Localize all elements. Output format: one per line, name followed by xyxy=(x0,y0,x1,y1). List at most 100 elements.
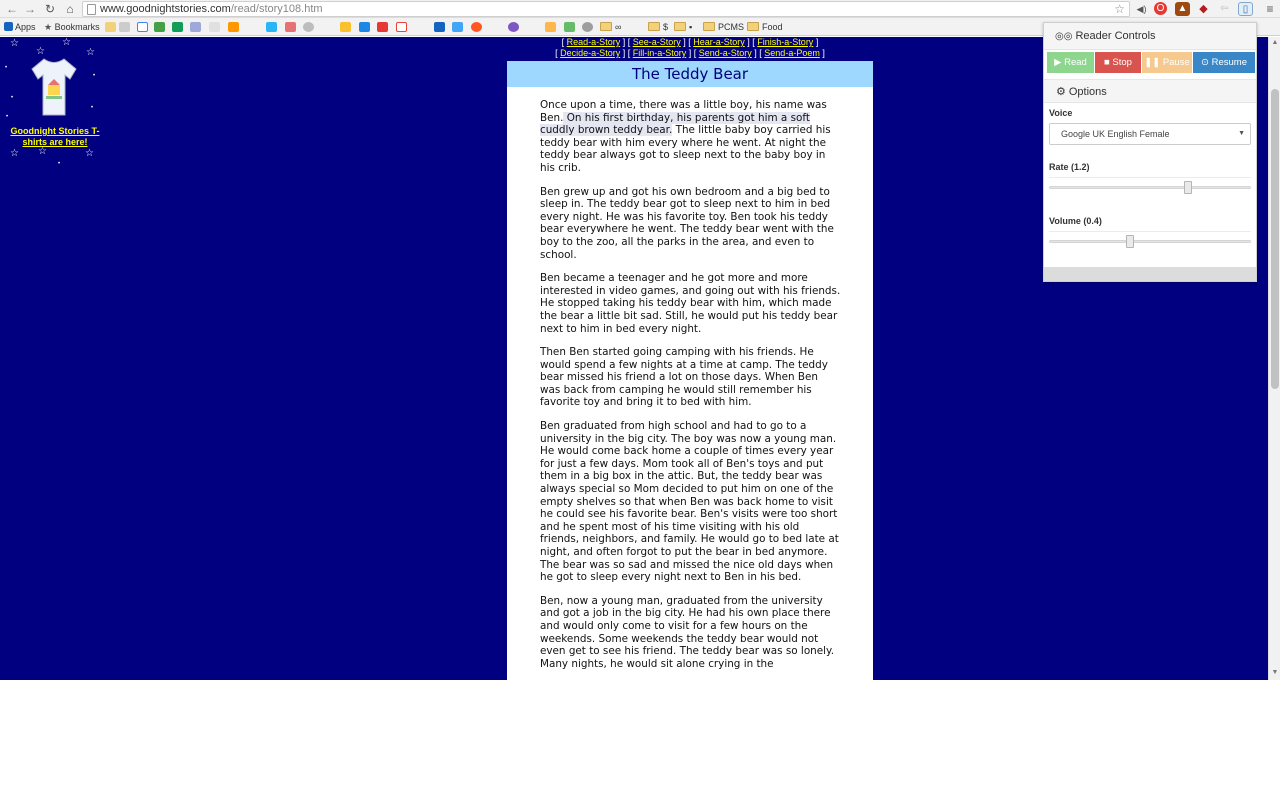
folder-icon xyxy=(648,22,660,31)
bookmark-icon-6[interactable] xyxy=(564,22,575,32)
rate-slider-thumb[interactable] xyxy=(1184,181,1193,194)
star-decoration: • xyxy=(6,114,9,120)
star-decoration: ☆ xyxy=(10,148,19,159)
apps-bookmark[interactable]: Apps xyxy=(4,19,36,35)
arrow-extension-icon[interactable]: ⇦ xyxy=(1217,2,1232,16)
back-icon[interactable]: ← xyxy=(4,1,20,17)
scroll-down-icon[interactable]: ▼ xyxy=(1271,669,1279,676)
folder-pcms-label: PCMS xyxy=(718,22,745,32)
reader-controls-title: Reader Controls xyxy=(1075,30,1156,42)
page-scrollbar[interactable]: ▲ ▼ xyxy=(1268,37,1280,680)
scroll-up-icon[interactable]: ▲ xyxy=(1271,39,1279,46)
pause-button[interactable]: ❚❚ Pause xyxy=(1142,52,1192,73)
resume-icon: ⊙ xyxy=(1201,57,1212,68)
rss-icon[interactable] xyxy=(228,22,239,32)
bing-icon[interactable] xyxy=(172,22,183,32)
tshirt-ad-link[interactable]: Goodnight Stories T-shirts are here! xyxy=(6,126,104,148)
scroll-thumb[interactable] xyxy=(1271,89,1279,389)
chevron-down-icon: ▼ xyxy=(1238,130,1245,137)
folder-icon xyxy=(600,22,612,31)
bookmark-icon-7[interactable] xyxy=(582,22,593,32)
rate-slider[interactable] xyxy=(1049,186,1251,189)
folder-pcms[interactable]: PCMS xyxy=(703,19,744,35)
nav-hear-a-story[interactable]: Hear-a-Story xyxy=(693,37,745,47)
star-decoration: ☆ xyxy=(86,47,95,58)
nav-send-a-poem[interactable]: Send-a-Poem xyxy=(764,48,820,58)
star-decoration: • xyxy=(91,105,94,111)
nav-send-a-story[interactable]: Send-a-Story xyxy=(699,48,752,58)
peace-icon[interactable] xyxy=(508,22,519,32)
nav-read-a-story[interactable]: Read-a-Story xyxy=(567,37,621,47)
play-icon[interactable] xyxy=(266,22,277,32)
nav-fill-in-a-story[interactable]: Fill-in-a-Story xyxy=(633,48,687,58)
badge-extension-icon[interactable]: ▲ xyxy=(1175,2,1190,16)
youtube-icon[interactable] xyxy=(377,22,388,32)
pause-label: Pause xyxy=(1162,57,1190,68)
url-path: /read/story108.htm xyxy=(230,3,323,15)
reader-footer xyxy=(1044,267,1256,281)
stop-button[interactable]: ■ Stop xyxy=(1095,52,1141,73)
wikipedia-icon[interactable] xyxy=(209,22,220,32)
page-icon xyxy=(87,4,96,15)
star-decoration: ☆ xyxy=(10,38,19,49)
home-bookmark-icon[interactable] xyxy=(119,22,130,32)
tshirt-ad[interactable]: ☆ ☆ ☆ ☆ • • • • • ☆ ☆ ☆ • Goodnight Stor… xyxy=(0,37,110,177)
volume-slider[interactable] xyxy=(1049,240,1251,243)
story-body: Once upon a time, there was a little boy… xyxy=(507,87,873,670)
maps-icon[interactable] xyxy=(154,22,165,32)
story-nav: [ Read-a-Story ] [ See-a-Story ] [ Hear-… xyxy=(507,37,873,60)
address-bar[interactable]: www.goodnightstories.com/read/story108.h… xyxy=(82,1,1130,17)
outlook-icon[interactable] xyxy=(452,22,463,32)
read-button[interactable]: ▶ Read xyxy=(1047,52,1094,73)
apps-grid-icon xyxy=(4,22,13,31)
volume-slider-thumb[interactable] xyxy=(1125,235,1134,248)
folder-dollar[interactable]: $ xyxy=(648,19,668,35)
bookmark-icon-5[interactable] xyxy=(545,22,556,32)
bookmark-star-icon[interactable]: ☆ xyxy=(1114,2,1125,16)
reload-icon[interactable]: ↻ xyxy=(42,1,58,17)
paypal-icon[interactable] xyxy=(434,22,445,32)
rate-divider xyxy=(1049,177,1251,178)
bookmarks-bookmark[interactable]: ★ Bookmarks xyxy=(44,19,100,35)
folder-icon[interactable] xyxy=(105,22,116,32)
nav-decide-a-story[interactable]: Decide-a-Story xyxy=(560,48,620,58)
forward-icon[interactable]: → xyxy=(22,1,38,17)
bookmark-icon-1[interactable] xyxy=(190,22,201,32)
voice-select[interactable]: Google UK English Female ▼ xyxy=(1049,123,1251,145)
folder-infinity-label: ∞ xyxy=(615,22,622,32)
folder-icon xyxy=(674,22,686,31)
url-domain: www.goodnightstories.com xyxy=(100,3,231,15)
voice-value: Google UK English Female xyxy=(1061,129,1170,139)
google-icon-2[interactable] xyxy=(396,22,407,32)
reader-extension-icon[interactable]: ▯ xyxy=(1238,2,1253,16)
bookmark-icon-3[interactable] xyxy=(340,22,351,32)
menu-icon[interactable]: ≡ xyxy=(1262,1,1278,17)
speedometer-icon[interactable] xyxy=(303,22,314,32)
star-decoration: • xyxy=(58,161,61,167)
story-paragraph: Ben graduated from high school and had t… xyxy=(540,420,839,584)
tshirt-image[interactable] xyxy=(30,57,78,117)
speaker-extension-icon[interactable]: ◀) xyxy=(1134,2,1149,16)
folder-dot[interactable]: ▪ xyxy=(674,19,692,35)
google-icon[interactable] xyxy=(137,22,148,32)
home-icon[interactable]: ⌂ xyxy=(62,1,78,17)
bookmark-icon-4[interactable] xyxy=(471,22,482,32)
folder-food[interactable]: Food xyxy=(747,19,783,35)
story-paragraph: Ben grew up and got his own bedroom and … xyxy=(540,185,834,261)
bookmark-icon-2[interactable] xyxy=(285,22,296,32)
story-paragraph: Ben became a teenager and he got more an… xyxy=(540,272,841,335)
nav-finish-a-story[interactable]: Finish-a-Story xyxy=(757,37,813,47)
nav-see-a-story[interactable]: See-a-Story xyxy=(633,37,681,47)
folder-infinity[interactable]: ∞ xyxy=(600,19,621,35)
url-text: www.goodnightstories.com/read/story108.h… xyxy=(100,3,323,16)
reader-controls-popup: ◎◎ Reader Controls ▶ Read ■ Stop ❚❚ Pause… xyxy=(1043,22,1257,282)
story-paragraph: Once upon a time, there was a little boy… xyxy=(540,99,841,175)
opera-extension-icon[interactable]: O xyxy=(1154,2,1167,15)
resume-label: Resume xyxy=(1211,57,1247,68)
glasses-icon: ◎◎ xyxy=(1055,31,1073,42)
mail-icon[interactable] xyxy=(359,22,370,32)
resume-button[interactable]: ⊙ Resume xyxy=(1193,52,1255,73)
pause-icon: ❚❚ xyxy=(1144,57,1163,68)
hat-extension-icon[interactable]: ◆ xyxy=(1196,2,1211,16)
star-icon: ★ xyxy=(44,22,55,32)
